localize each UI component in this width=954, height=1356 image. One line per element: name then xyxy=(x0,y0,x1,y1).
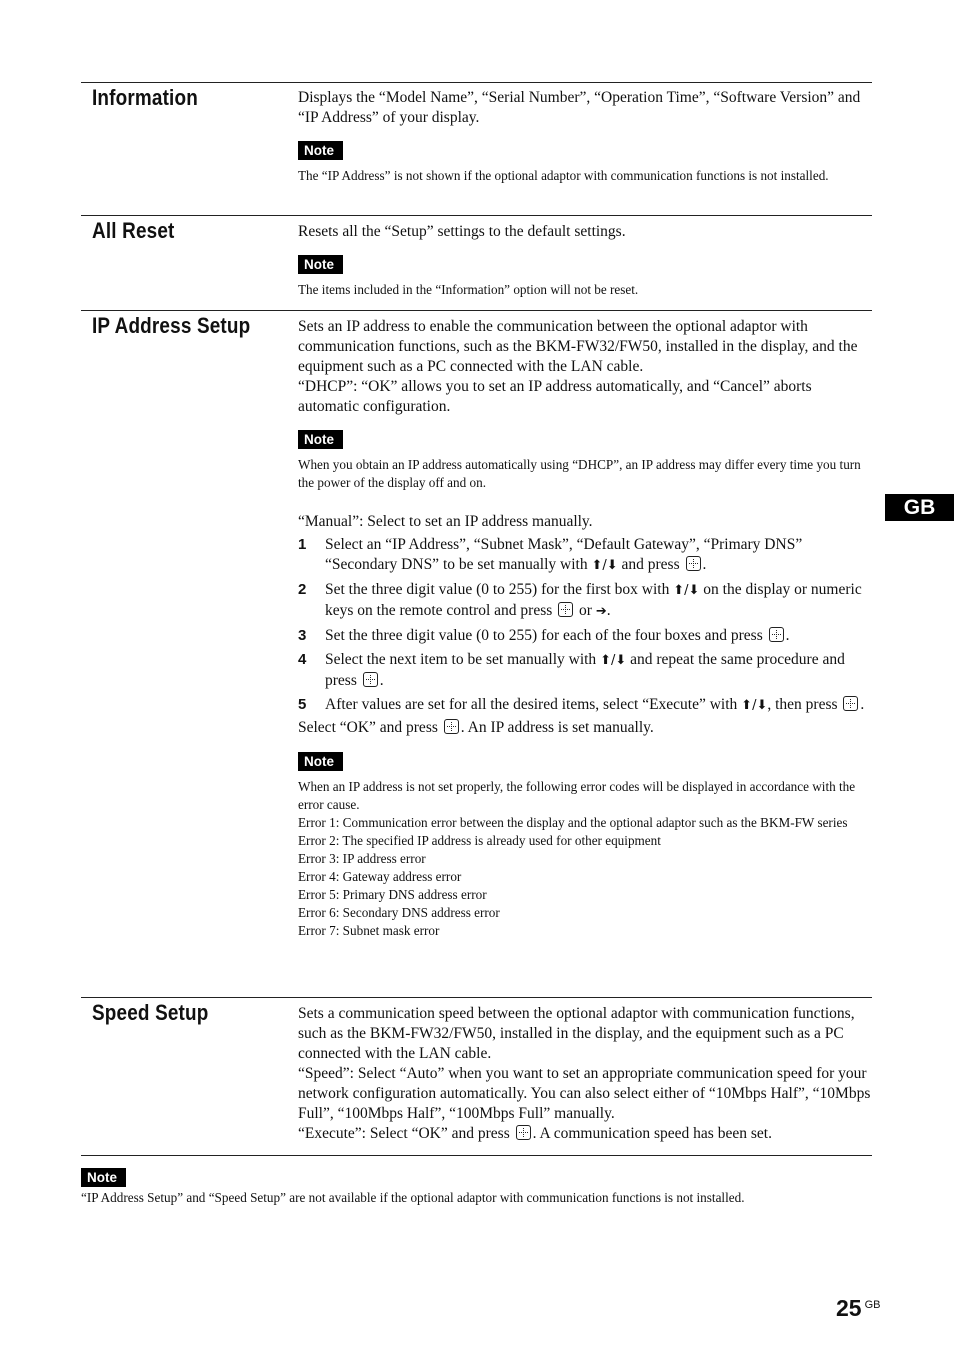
section-title: IP Address Setup xyxy=(92,313,251,338)
enter-button-icon xyxy=(515,1125,531,1140)
error-item: Error 5: Primary DNS address error xyxy=(298,887,487,902)
final-instruction: Select “OK” and press . An IP address is… xyxy=(298,719,654,736)
section-all-reset: All Reset Resets all the “Setup” setting… xyxy=(81,215,872,311)
error-item: Error 6: Secondary DNS address error xyxy=(298,905,500,920)
enter-button-icon xyxy=(768,627,784,642)
language-tab: GB xyxy=(885,494,954,521)
section-body: Resets all the “Setup” settings to the d… xyxy=(298,223,626,240)
note-text: When you obtain an IP address automatica… xyxy=(298,457,861,490)
enter-button-icon xyxy=(362,672,378,687)
footer-note-text: “IP Address Setup” and “Speed Setup” are… xyxy=(81,1190,745,1205)
up-down-arrow-icon: ⬆/⬇ xyxy=(600,653,627,668)
note-text: The items included in the “Information” … xyxy=(298,282,639,297)
section-title: Information xyxy=(92,85,198,110)
step-5: 5 After values are set for all the desir… xyxy=(298,696,865,713)
step-3: 3 Set the three digit value (0 to 255) f… xyxy=(298,627,790,644)
step-1: 1 Select an “IP Address”, “Subnet Mask”,… xyxy=(298,536,803,573)
error-item: Error 3: IP address error xyxy=(298,851,426,866)
note-badge: Note xyxy=(298,752,343,771)
section-body: Sets an IP address to enable the communi… xyxy=(298,318,858,375)
error-item: Error 2: The specified IP address is alr… xyxy=(298,833,661,848)
error-code-list: When an IP address is not set properly, … xyxy=(298,778,873,940)
section-title: Speed Setup xyxy=(92,1000,209,1025)
section-title: All Reset xyxy=(92,218,175,243)
note-badge: Note xyxy=(81,1168,126,1187)
note-badge: Note xyxy=(298,255,343,274)
enter-button-icon xyxy=(685,556,701,571)
right-arrow-icon: ➔ xyxy=(595,604,607,619)
error-item: Error 7: Subnet mask error xyxy=(298,923,440,938)
note-badge: Note xyxy=(298,141,343,160)
speed-description: “Speed”: Select “Auto” when you want to … xyxy=(298,1065,871,1122)
error-item: Error 4: Gateway address error xyxy=(298,869,462,884)
section-body-dhcp: “DHCP”: “OK” allows you to set an IP add… xyxy=(298,378,812,415)
section-information: Information Displays the “Model Name”, “… xyxy=(81,82,872,216)
note-text: The “IP Address” is not shown if the opt… xyxy=(298,168,829,183)
manual-intro: “Manual”: Select to set an IP address ma… xyxy=(298,513,593,530)
step-4: 4 Select the next item to be set manuall… xyxy=(298,651,845,689)
enter-button-icon xyxy=(558,602,574,617)
enter-button-icon xyxy=(843,696,859,711)
page-number: 25 GB xyxy=(836,1295,881,1321)
section-body: Sets a communication speed between the o… xyxy=(298,1005,855,1062)
up-down-arrow-icon: ⬆/⬇ xyxy=(591,558,618,573)
step-2: 2 Set the three digit value (0 to 255) f… xyxy=(298,581,862,619)
section-ip-address-setup: IP Address Setup Sets an IP address to e… xyxy=(81,310,872,998)
section-speed-setup: Speed Setup Sets a communication speed b… xyxy=(81,997,872,1156)
section-body: Displays the “Model Name”, “Serial Numbe… xyxy=(298,89,861,126)
error-item: Error 1: Communication error between the… xyxy=(298,815,848,830)
enter-button-icon xyxy=(443,719,459,734)
note-line: When an IP address is not set properly, … xyxy=(298,779,856,812)
note-badge: Note xyxy=(298,430,343,449)
execute-instruction: “Execute”: Select “OK” and press . A com… xyxy=(298,1125,772,1142)
up-down-arrow-icon: ⬆/⬇ xyxy=(673,583,700,598)
footer-note: Note “IP Address Setup” and “Speed Setup… xyxy=(81,1168,881,1207)
up-down-arrow-icon: ⬆/⬇ xyxy=(741,698,768,713)
